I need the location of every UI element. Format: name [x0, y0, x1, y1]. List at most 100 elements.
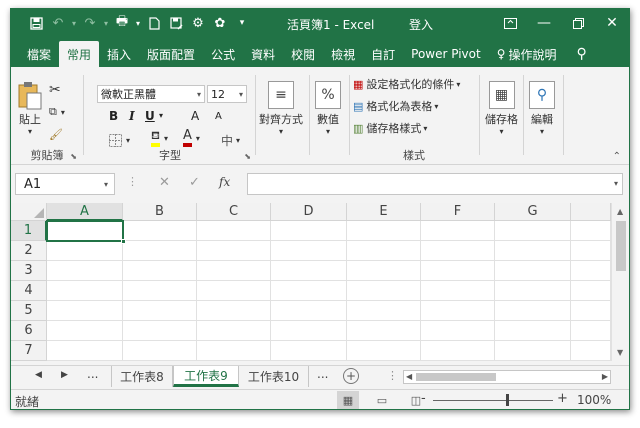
- horizontal-scroll-thumb[interactable]: [416, 373, 496, 381]
- font-size-select[interactable]: 12 ▾: [207, 85, 247, 103]
- share-icon[interactable]: ⚙: [187, 9, 209, 37]
- zoom-slider[interactable]: [433, 400, 553, 401]
- column-header[interactable]: G: [495, 203, 571, 221]
- column-header[interactable]: E: [347, 203, 421, 221]
- grid-cell[interactable]: [271, 321, 347, 341]
- insert-function-button[interactable]: fx: [219, 175, 230, 189]
- column-header[interactable]: F: [421, 203, 495, 221]
- grid-cell[interactable]: [421, 241, 495, 261]
- decrease-font-size-button[interactable]: A: [215, 111, 222, 122]
- grid-cell[interactable]: [571, 281, 611, 301]
- dropdown-arrow-icon[interactable]: ▾: [101, 9, 111, 37]
- grid-cell[interactable]: [421, 301, 495, 321]
- chevron-down-icon[interactable]: ▾: [159, 111, 163, 120]
- print-preview-icon[interactable]: 🖶: [111, 9, 133, 37]
- horizontal-scrollbar[interactable]: ◀ ▶: [403, 370, 611, 384]
- formula-input[interactable]: ▾: [247, 173, 623, 195]
- column-header[interactable]: D: [271, 203, 347, 221]
- new-file-icon[interactable]: [143, 9, 165, 37]
- tab-formulas[interactable]: 公式: [203, 41, 243, 67]
- grid-cell[interactable]: [571, 221, 611, 241]
- add-sheet-button[interactable]: +: [343, 368, 359, 384]
- tab-custom[interactable]: 自訂: [363, 41, 403, 67]
- copy-button[interactable]: ⧉ ▾: [49, 103, 65, 121]
- row-header[interactable]: 4: [11, 281, 47, 301]
- grid-cell[interactable]: [271, 281, 347, 301]
- vertical-scroll-thumb[interactable]: [616, 221, 626, 271]
- grid-cell[interactable]: [271, 241, 347, 261]
- grid-cell[interactable]: [347, 321, 421, 341]
- tab-power-pivot[interactable]: Power Pivot: [403, 41, 489, 67]
- grid-cell[interactable]: [571, 241, 611, 261]
- grid-cell[interactable]: [197, 281, 271, 301]
- tab-file[interactable]: 檔案: [19, 41, 59, 67]
- grid-cell[interactable]: [47, 241, 123, 261]
- scroll-up-icon[interactable]: ▲: [617, 207, 623, 216]
- tab-home[interactable]: 常用: [59, 41, 100, 67]
- column-header[interactable]: C: [197, 203, 271, 221]
- collapse-ribbon-icon[interactable]: ⌃: [613, 151, 621, 162]
- grid-cell[interactable]: [47, 321, 123, 341]
- grid-cell[interactable]: [571, 321, 611, 341]
- cut-button[interactable]: ✂: [49, 81, 61, 99]
- normal-view-icon[interactable]: ▦: [337, 391, 359, 409]
- grid-cell[interactable]: [495, 261, 571, 281]
- row-header[interactable]: 3: [11, 261, 47, 281]
- editing-button[interactable]: ⚲ 編輯 ▾: [529, 81, 555, 136]
- column-header[interactable]: A: [47, 203, 123, 221]
- grid-cell[interactable]: [421, 261, 495, 281]
- close-icon[interactable]: ✕: [595, 9, 629, 37]
- grid-cell[interactable]: [197, 221, 271, 241]
- grid-cell[interactable]: [123, 221, 197, 241]
- grid-cell[interactable]: [347, 241, 421, 261]
- grid-cell[interactable]: [495, 221, 571, 241]
- grid-cell[interactable]: [123, 261, 197, 281]
- grid-cell[interactable]: [271, 341, 347, 361]
- grid-cell[interactable]: [421, 341, 495, 361]
- zoom-slider-thumb[interactable]: [506, 394, 509, 406]
- row-header[interactable]: 1: [11, 221, 47, 241]
- grid-cell[interactable]: [495, 301, 571, 321]
- grid-cell[interactable]: [495, 241, 571, 261]
- more-sheets-right-button[interactable]: ...: [317, 367, 328, 381]
- splitter-grip-icon[interactable]: ⋮: [387, 369, 398, 382]
- more-sheets-left-button[interactable]: ...: [87, 367, 98, 381]
- grid-cell[interactable]: [197, 261, 271, 281]
- restore-icon[interactable]: [561, 9, 595, 37]
- worksheet-grid[interactable]: A B C D E F G 1 2 3 4 5 6 7 ▲ ▼: [11, 203, 629, 361]
- grid-cell[interactable]: [47, 341, 123, 361]
- save-as-icon[interactable]: [165, 9, 187, 37]
- previous-sheet-icon[interactable]: ◀: [35, 370, 42, 380]
- tab-page-layout[interactable]: 版面配置: [139, 41, 203, 67]
- column-header[interactable]: B: [123, 203, 197, 221]
- sheet-tab-active[interactable]: 工作表9: [173, 366, 239, 387]
- grid-cell[interactable]: [421, 281, 495, 301]
- cells-button[interactable]: ▦ 儲存格 ▾: [485, 81, 518, 136]
- redo-icon[interactable]: ↷: [79, 9, 101, 37]
- italic-button[interactable]: I: [129, 109, 135, 123]
- minimize-icon[interactable]: —: [527, 9, 561, 37]
- grid-cell[interactable]: [271, 221, 347, 241]
- row-header[interactable]: 6: [11, 321, 47, 341]
- grid-cell[interactable]: [347, 281, 421, 301]
- settings-icon[interactable]: ✿: [209, 9, 231, 37]
- increase-font-size-button[interactable]: A: [191, 109, 199, 123]
- scroll-right-icon[interactable]: ▶: [602, 372, 608, 381]
- grid-cell[interactable]: [197, 241, 271, 261]
- grid-cell[interactable]: [347, 301, 421, 321]
- grid-cell[interactable]: [571, 341, 611, 361]
- tab-data[interactable]: 資料: [243, 41, 283, 67]
- dialog-launcher-icon[interactable]: ⬊: [70, 152, 77, 161]
- tab-tell-me[interactable]: ♀ 操作說明: [489, 41, 565, 67]
- grid-cell[interactable]: [123, 321, 197, 341]
- zoom-out-button[interactable]: -: [421, 391, 426, 406]
- scroll-left-icon[interactable]: ◀: [406, 372, 412, 381]
- sheet-tab[interactable]: 工作表8: [111, 366, 173, 387]
- grid-cell[interactable]: [495, 341, 571, 361]
- row-header[interactable]: 2: [11, 241, 47, 261]
- cell-styles-button[interactable]: ▥ 儲存格樣式 ▾: [353, 119, 427, 137]
- row-header[interactable]: 7: [11, 341, 47, 361]
- grid-cell[interactable]: [421, 221, 495, 241]
- paste-button[interactable]: 貼上 ▾: [17, 81, 43, 136]
- grid-cell[interactable]: [271, 301, 347, 321]
